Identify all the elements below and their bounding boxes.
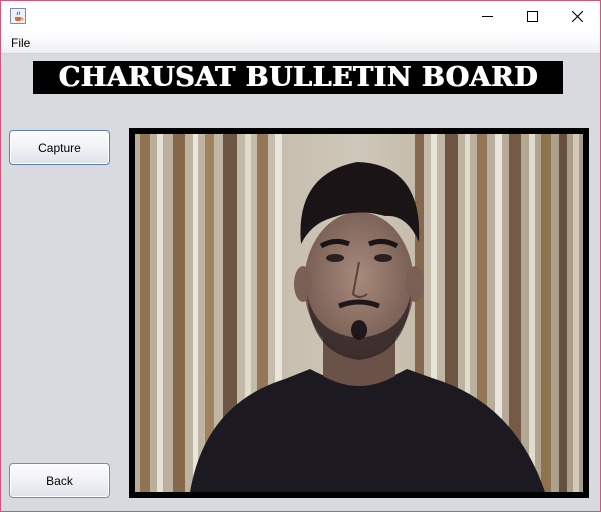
- title-bar[interactable]: [1, 1, 600, 32]
- minimize-icon: [481, 16, 493, 17]
- banner-title: CHARUSAT BULLETIN BOARD: [58, 62, 538, 93]
- maximize-icon: [526, 11, 538, 22]
- capture-button[interactable]: Capture: [9, 130, 110, 165]
- banner: CHARUSAT BULLETIN BOARD: [33, 61, 563, 94]
- webcam-image: [135, 134, 583, 492]
- menu-bar: File: [1, 32, 600, 54]
- maximize-button[interactable]: [509, 1, 555, 32]
- camera-frame: [129, 128, 589, 498]
- webcam-preview: [135, 134, 583, 492]
- back-button[interactable]: Back: [9, 463, 110, 498]
- java-coffee-icon: [10, 8, 26, 24]
- application-window: File CHARUSAT BULLETIN BOARD Capture Bac…: [0, 0, 601, 512]
- close-icon: [571, 11, 583, 22]
- minimize-button[interactable]: [464, 1, 510, 32]
- menu-file[interactable]: File: [11, 36, 30, 50]
- close-button[interactable]: [554, 1, 600, 32]
